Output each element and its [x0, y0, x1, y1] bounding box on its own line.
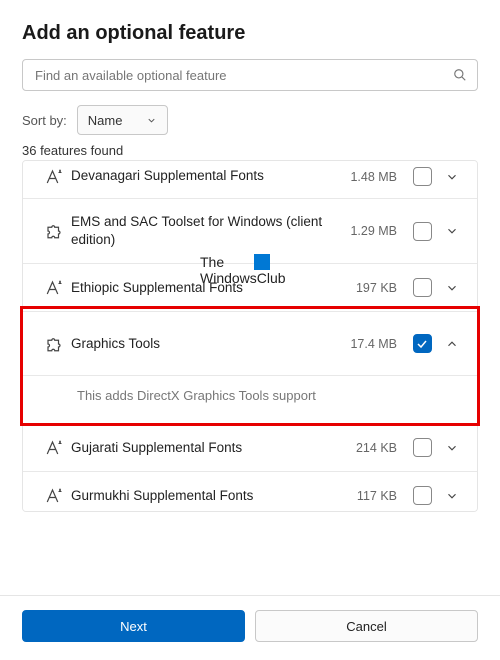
search-icon	[453, 68, 467, 82]
feature-size: 1.29 MB	[335, 224, 397, 238]
font-icon	[37, 279, 71, 297]
feature-checkbox[interactable]	[413, 486, 432, 505]
feature-name: Ethiopic Supplemental Fonts	[71, 279, 335, 297]
feature-size: 17.4 MB	[335, 337, 397, 351]
feature-description: This adds DirectX Graphics Tools support	[23, 376, 477, 424]
chevron-down-icon[interactable]	[441, 224, 463, 238]
chevron-down-icon[interactable]	[441, 281, 463, 295]
sort-select[interactable]: Name	[77, 105, 169, 135]
feature-row[interactable]: Graphics Tools 17.4 MB	[23, 312, 477, 376]
font-icon	[37, 439, 71, 457]
cancel-button[interactable]: Cancel	[255, 610, 478, 642]
sort-label: Sort by:	[22, 113, 67, 128]
sort-value: Name	[88, 113, 123, 128]
chevron-down-icon[interactable]	[441, 170, 463, 184]
feature-checkbox[interactable]	[413, 167, 432, 186]
puzzle-icon	[37, 335, 71, 353]
feature-row[interactable]: Ethiopic Supplemental Fonts 197 KB	[23, 264, 477, 312]
chevron-down-icon[interactable]	[441, 489, 463, 503]
feature-size: 214 KB	[335, 441, 397, 455]
feature-checkbox[interactable]	[413, 222, 432, 241]
feature-row[interactable]: Devanagari Supplemental Fonts 1.48 MB	[23, 161, 477, 199]
feature-row[interactable]: Gujarati Supplemental Fonts 214 KB	[23, 424, 477, 472]
feature-checkbox[interactable]	[413, 278, 432, 297]
page-title: Add an optional feature	[22, 22, 478, 45]
search-input[interactable]	[33, 67, 453, 84]
font-icon	[37, 487, 71, 505]
dialog-footer: Next Cancel	[0, 595, 500, 660]
font-icon	[37, 168, 71, 186]
feature-name: Gujarati Supplemental Fonts	[71, 439, 335, 457]
search-field[interactable]	[22, 59, 478, 91]
feature-checkbox[interactable]	[413, 334, 432, 353]
feature-size: 117 KB	[335, 489, 397, 503]
next-button[interactable]: Next	[22, 610, 245, 642]
feature-name: Graphics Tools	[71, 335, 335, 353]
puzzle-icon	[37, 222, 71, 240]
feature-list: Devanagari Supplemental Fonts 1.48 MB EM…	[22, 160, 478, 512]
feature-checkbox[interactable]	[413, 438, 432, 457]
feature-name: EMS and SAC Toolset for Windows (client …	[71, 213, 335, 249]
chevron-up-icon[interactable]	[441, 337, 463, 351]
feature-size: 1.48 MB	[335, 170, 397, 184]
feature-name: Gurmukhi Supplemental Fonts	[71, 487, 335, 505]
feature-row[interactable]: Gurmukhi Supplemental Fonts 117 KB	[23, 472, 477, 511]
feature-name: Devanagari Supplemental Fonts	[71, 167, 335, 185]
chevron-down-icon	[146, 115, 157, 126]
feature-size: 197 KB	[335, 281, 397, 295]
feature-row[interactable]: EMS and SAC Toolset for Windows (client …	[23, 199, 477, 264]
results-count: 36 features found	[22, 143, 478, 158]
chevron-down-icon[interactable]	[441, 441, 463, 455]
